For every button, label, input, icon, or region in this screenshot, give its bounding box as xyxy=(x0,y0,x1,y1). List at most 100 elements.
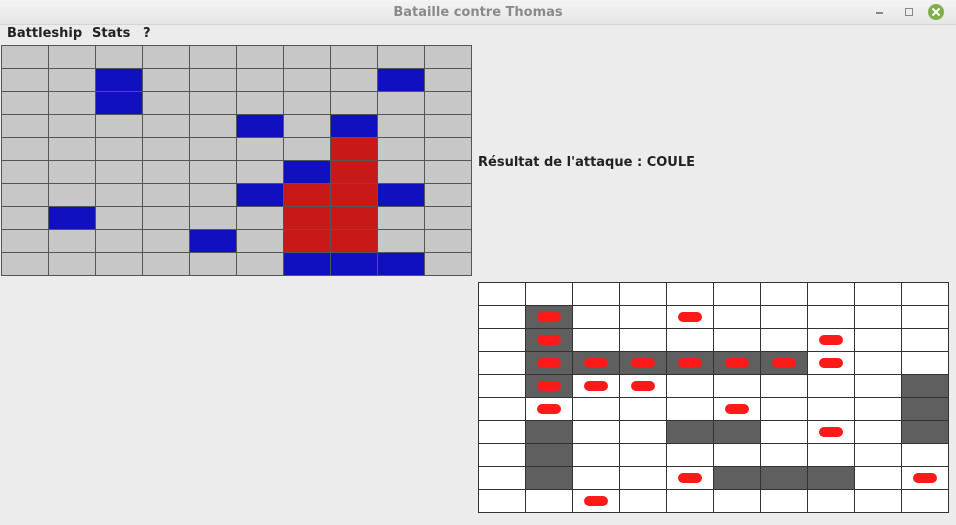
board-cell[interactable] xyxy=(902,375,948,397)
board-cell[interactable] xyxy=(479,283,525,305)
board-cell[interactable] xyxy=(714,352,760,374)
board-cell[interactable] xyxy=(526,375,572,397)
board-cell[interactable] xyxy=(761,421,807,443)
board-cell[interactable] xyxy=(620,444,666,466)
board-cell[interactable] xyxy=(855,490,901,512)
board-cell[interactable] xyxy=(761,490,807,512)
board-cell[interactable] xyxy=(714,421,760,443)
board-cell[interactable] xyxy=(855,352,901,374)
menu-battleship[interactable]: Battleship xyxy=(7,26,82,41)
board-cell[interactable] xyxy=(761,444,807,466)
enemy-board-grid[interactable] xyxy=(478,282,949,513)
board-cell[interactable] xyxy=(761,306,807,328)
board-cell[interactable] xyxy=(526,329,572,351)
board-cell[interactable] xyxy=(855,421,901,443)
board-cell[interactable] xyxy=(620,283,666,305)
board-cell[interactable] xyxy=(573,490,619,512)
board-cell[interactable] xyxy=(667,306,713,328)
board-cell[interactable] xyxy=(714,375,760,397)
board-cell[interactable] xyxy=(855,375,901,397)
board-cell[interactable] xyxy=(620,490,666,512)
board-cell[interactable] xyxy=(855,306,901,328)
board-cell[interactable] xyxy=(526,306,572,328)
board-cell[interactable] xyxy=(479,467,525,489)
board-cell[interactable] xyxy=(620,421,666,443)
board-cell[interactable] xyxy=(667,352,713,374)
board-cell[interactable] xyxy=(808,444,854,466)
board-cell[interactable] xyxy=(526,283,572,305)
board-cell[interactable] xyxy=(620,375,666,397)
board-cell[interactable] xyxy=(526,398,572,420)
minimize-icon[interactable] xyxy=(872,4,888,20)
board-cell[interactable] xyxy=(902,352,948,374)
board-cell[interactable] xyxy=(761,329,807,351)
board-cell[interactable] xyxy=(620,306,666,328)
board-cell[interactable] xyxy=(808,421,854,443)
board-cell[interactable] xyxy=(808,490,854,512)
board-cell[interactable] xyxy=(808,283,854,305)
board-cell[interactable] xyxy=(573,467,619,489)
board-cell[interactable] xyxy=(667,421,713,443)
board-cell[interactable] xyxy=(573,421,619,443)
board-cell[interactable] xyxy=(714,306,760,328)
board-cell[interactable] xyxy=(667,398,713,420)
board-cell[interactable] xyxy=(573,283,619,305)
board-cell[interactable] xyxy=(808,306,854,328)
board-cell[interactable] xyxy=(761,283,807,305)
board-cell[interactable] xyxy=(526,352,572,374)
board-cell[interactable] xyxy=(526,490,572,512)
board-cell[interactable] xyxy=(526,421,572,443)
board-cell[interactable] xyxy=(808,467,854,489)
board-cell[interactable] xyxy=(620,398,666,420)
board-cell[interactable] xyxy=(479,352,525,374)
board-cell[interactable] xyxy=(479,421,525,443)
board-cell[interactable] xyxy=(573,444,619,466)
board-cell[interactable] xyxy=(479,490,525,512)
board-cell[interactable] xyxy=(714,283,760,305)
board-cell[interactable] xyxy=(808,375,854,397)
board-cell[interactable] xyxy=(855,329,901,351)
board-cell[interactable] xyxy=(761,375,807,397)
board-cell[interactable] xyxy=(714,490,760,512)
board-cell[interactable] xyxy=(620,352,666,374)
board-cell[interactable] xyxy=(902,421,948,443)
board-cell[interactable] xyxy=(855,467,901,489)
close-icon[interactable] xyxy=(928,4,944,20)
board-cell[interactable] xyxy=(667,329,713,351)
board-cell[interactable] xyxy=(902,306,948,328)
board-cell[interactable] xyxy=(620,329,666,351)
board-cell[interactable] xyxy=(902,329,948,351)
board-cell[interactable] xyxy=(667,444,713,466)
board-cell[interactable] xyxy=(855,283,901,305)
board-cell[interactable] xyxy=(620,467,666,489)
board-cell[interactable] xyxy=(902,490,948,512)
board-cell[interactable] xyxy=(714,398,760,420)
board-cell[interactable] xyxy=(573,329,619,351)
menu-stats[interactable]: Stats xyxy=(92,26,130,41)
board-cell[interactable] xyxy=(902,283,948,305)
board-cell[interactable] xyxy=(479,444,525,466)
board-cell[interactable] xyxy=(526,444,572,466)
maximize-icon[interactable] xyxy=(900,4,916,20)
board-cell[interactable] xyxy=(479,398,525,420)
board-cell[interactable] xyxy=(714,467,760,489)
board-cell[interactable] xyxy=(902,398,948,420)
board-cell[interactable] xyxy=(855,444,901,466)
menu-help[interactable]: ? xyxy=(143,26,151,41)
board-cell[interactable] xyxy=(667,490,713,512)
board-cell[interactable] xyxy=(573,398,619,420)
board-cell[interactable] xyxy=(855,398,901,420)
board-cell[interactable] xyxy=(808,398,854,420)
board-cell[interactable] xyxy=(667,467,713,489)
board-cell[interactable] xyxy=(761,467,807,489)
board-cell[interactable] xyxy=(479,306,525,328)
board-cell[interactable] xyxy=(761,352,807,374)
board-cell[interactable] xyxy=(667,375,713,397)
board-cell[interactable] xyxy=(667,283,713,305)
board-cell[interactable] xyxy=(573,352,619,374)
board-cell[interactable] xyxy=(902,467,948,489)
board-cell[interactable] xyxy=(761,398,807,420)
board-cell[interactable] xyxy=(808,352,854,374)
board-cell[interactable] xyxy=(573,375,619,397)
board-cell[interactable] xyxy=(526,467,572,489)
